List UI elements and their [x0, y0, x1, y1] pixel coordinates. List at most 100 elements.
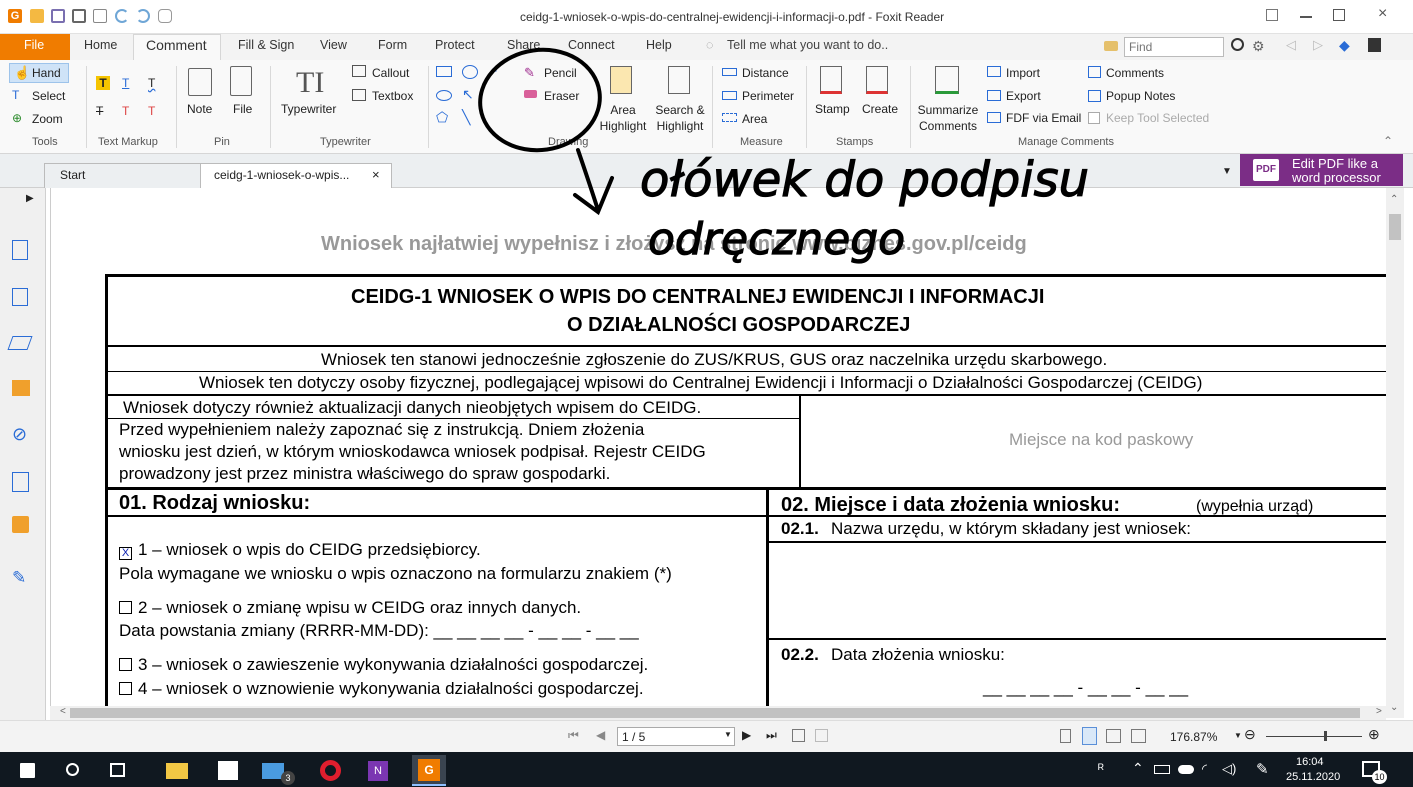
stack-icon[interactable] — [7, 336, 33, 350]
page-number[interactable]: 1 / 5 — [622, 730, 645, 744]
zoom-dropdown-icon[interactable]: ▼ — [1234, 731, 1242, 740]
next-icon[interactable]: ▷ — [1313, 37, 1323, 53]
zoom-button[interactable]: Zoom — [32, 112, 63, 126]
tab-share[interactable]: Share — [507, 38, 540, 52]
select-button[interactable]: Select — [32, 89, 65, 103]
tab-comment[interactable]: Comment — [146, 37, 207, 53]
typewriter-icon[interactable]: TI — [296, 66, 324, 100]
undo-icon[interactable] — [115, 9, 129, 23]
attachment-icon[interactable]: ⊘ — [12, 424, 27, 445]
option-1-checkbox[interactable]: X — [119, 547, 132, 560]
scroll-down-icon[interactable]: ⌄ — [1390, 702, 1398, 713]
pdf-page[interactable]: Wniosek najłatwiej wypełnisz i złożysz n… — [50, 188, 1386, 706]
clock-date[interactable]: 25.11.2020 — [1286, 771, 1340, 783]
note-button[interactable]: Note — [187, 102, 212, 116]
facing-icon[interactable] — [1106, 729, 1121, 743]
first-page-icon[interactable]: ⏮ — [568, 728, 579, 743]
tab-document-label[interactable]: ceidg-1-wniosek-o-wpis... — [214, 168, 349, 182]
layers-icon[interactable] — [12, 288, 28, 306]
typewriter-button[interactable]: Typewriter — [281, 102, 336, 116]
search-highlight-button[interactable]: Search & Highlight — [652, 102, 708, 134]
store-icon[interactable] — [218, 761, 238, 780]
textbox-button[interactable]: Textbox — [372, 89, 413, 103]
tab-file-label[interactable]: File — [24, 38, 44, 52]
search-icon[interactable] — [1231, 38, 1244, 51]
lock-icon[interactable] — [12, 516, 29, 533]
import-button[interactable]: Import — [1006, 66, 1040, 80]
vertical-scrollbar[interactable]: ⌃ ⌄ — [1386, 188, 1404, 718]
volume-icon[interactable]: ◁) — [1222, 761, 1236, 777]
redo-icon[interactable] — [136, 9, 150, 23]
fdf-email-button[interactable]: FDF via Email — [1006, 111, 1081, 125]
create-stamp-icon[interactable] — [866, 66, 888, 94]
settings-icon[interactable]: ⚙ — [1252, 38, 1265, 55]
arrow-icon[interactable]: ↖ — [462, 86, 474, 103]
expand-panel-icon[interactable]: ▶ — [26, 193, 34, 204]
comments-panel-icon[interactable] — [12, 380, 30, 396]
tab-fill-sign[interactable]: Fill & Sign — [238, 38, 294, 52]
open-icon[interactable] — [30, 9, 44, 23]
tab-form[interactable]: Form — [378, 38, 407, 52]
hand-quick-icon[interactable] — [158, 9, 172, 23]
prev-icon[interactable]: ◁ — [1286, 37, 1296, 53]
certificate-icon[interactable]: ✎ — [12, 568, 26, 588]
zoom-value[interactable]: 176.87% — [1170, 730, 1217, 744]
option-1[interactable]: X 1 – wniosek o wpis do CEIDG przedsiębio… — [119, 540, 481, 560]
taskbar-search-icon[interactable] — [66, 763, 79, 776]
single-page-icon[interactable] — [1060, 729, 1071, 743]
promo-line1[interactable]: Edit PDF like a — [1292, 156, 1378, 171]
signature-panel-icon[interactable] — [12, 472, 29, 492]
zoom-slider-thumb[interactable] — [1324, 731, 1327, 741]
prev-page-icon[interactable]: ◀ — [596, 728, 605, 742]
summarize-button[interactable]: Summarize Comments — [916, 102, 980, 134]
user-icon[interactable] — [1368, 38, 1381, 52]
tab-dropdown-icon[interactable]: ▼ — [1222, 166, 1232, 177]
rectangle-icon[interactable] — [436, 66, 452, 77]
option-4[interactable]: 4 – wniosek o wznowienie wykonywania dzi… — [119, 679, 644, 699]
export-button[interactable]: Export — [1006, 89, 1041, 103]
tab-close-icon[interactable]: × — [372, 167, 380, 182]
opera-icon[interactable] — [320, 760, 341, 781]
search-highlight-icon[interactable] — [668, 66, 690, 94]
extract-icon[interactable] — [792, 729, 805, 742]
distance-button[interactable]: Distance — [742, 66, 789, 80]
scroll-left-icon[interactable]: < — [60, 706, 66, 717]
zoom-out-icon[interactable]: ⊖ — [1244, 726, 1256, 743]
wifi-icon[interactable]: ◜ — [1202, 761, 1207, 777]
scroll-thumb[interactable] — [1389, 214, 1401, 240]
page-thumbnails-icon[interactable] — [12, 240, 28, 260]
page-dropdown-icon[interactable]: ▼ — [724, 730, 732, 739]
squiggly-icon[interactable]: T — [148, 76, 155, 90]
zoom-slider[interactable] — [1266, 736, 1362, 737]
tab-start-label[interactable]: Start — [60, 168, 85, 182]
people-icon[interactable]: ᴿ — [1098, 761, 1104, 776]
restore-button[interactable] — [1333, 9, 1345, 21]
horizontal-scrollbar[interactable]: < > — [50, 706, 1386, 720]
polyline-icon[interactable]: ⇗ — [488, 64, 498, 78]
scroll-right-icon[interactable]: > — [1376, 706, 1382, 717]
insert-text-icon[interactable]: T — [148, 104, 155, 118]
tray-arrow-icon[interactable]: ⌃ — [1132, 760, 1144, 777]
print-icon[interactable] — [72, 9, 86, 23]
onenote-icon[interactable]: N — [368, 761, 388, 781]
view-icon[interactable] — [93, 9, 107, 23]
strikeout-icon[interactable]: T — [96, 104, 103, 118]
hand-label[interactable]: Hand — [32, 66, 61, 80]
onedrive-icon[interactable] — [1178, 765, 1194, 774]
tab-view[interactable]: View — [320, 38, 347, 52]
save-icon[interactable] — [51, 9, 65, 23]
polygon-icon[interactable]: ⬠ — [436, 109, 448, 126]
area-highlight-icon[interactable] — [610, 66, 632, 94]
insert-icon[interactable] — [815, 729, 828, 742]
option-3-checkbox[interactable] — [119, 658, 132, 671]
close-button[interactable]: × — [1378, 5, 1387, 23]
minimize-button[interactable] — [1300, 16, 1312, 18]
tab-home[interactable]: Home — [84, 38, 117, 52]
area-highlight-button[interactable]: Area Highlight — [598, 102, 648, 134]
collapse-ribbon-icon[interactable]: ⌃ — [1383, 134, 1393, 148]
tell-me-field[interactable]: Tell me what you want to do.. — [727, 38, 888, 52]
comments-button[interactable]: Comments — [1106, 66, 1164, 80]
file-attach-icon[interactable] — [230, 66, 252, 96]
tab-help[interactable]: Help — [646, 38, 672, 52]
option-2-checkbox[interactable] — [119, 601, 132, 614]
